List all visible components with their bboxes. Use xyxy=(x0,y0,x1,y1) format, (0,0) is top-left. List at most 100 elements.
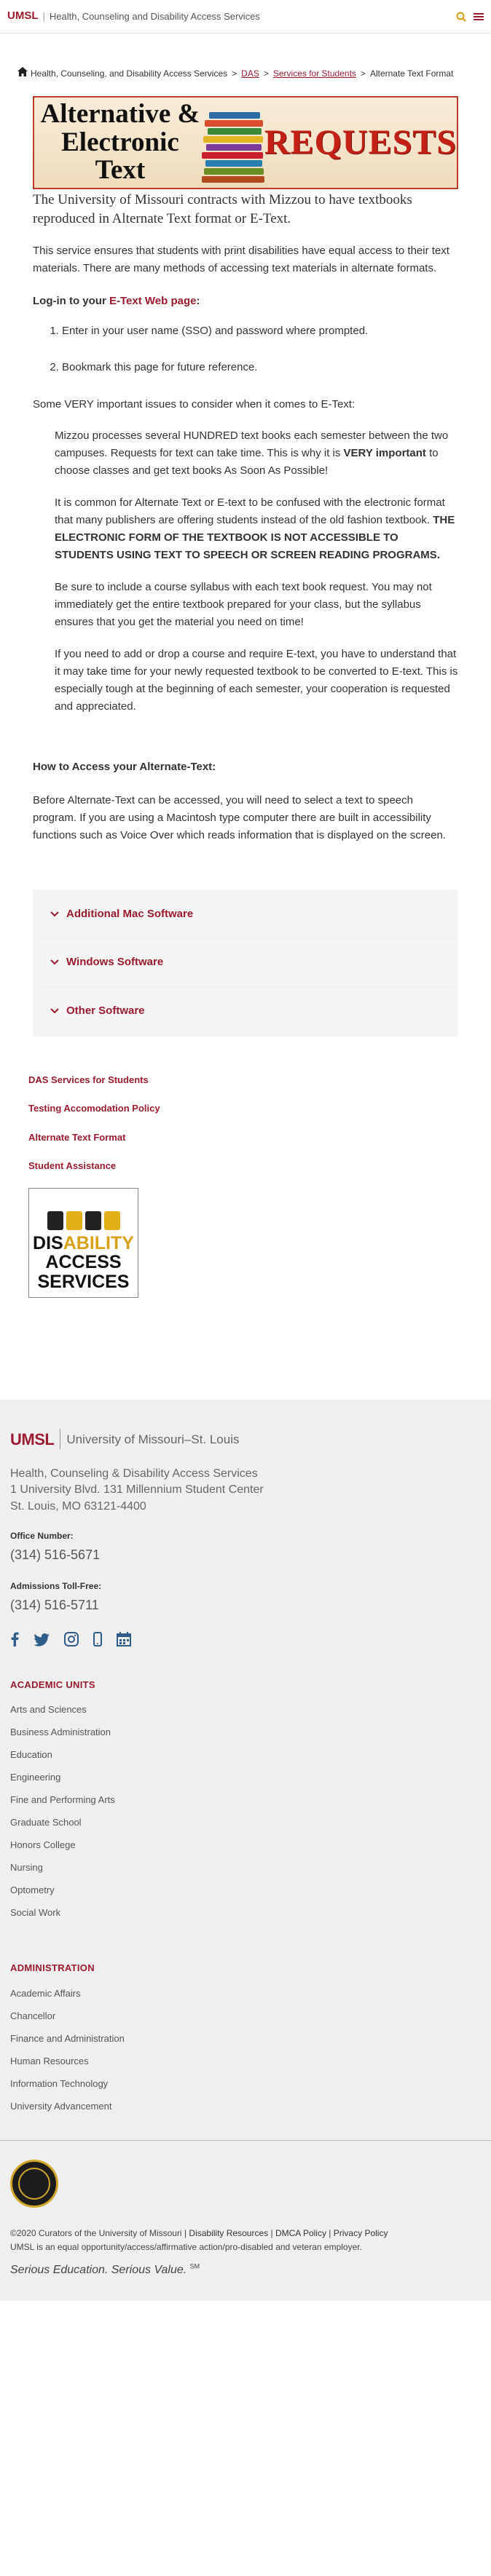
twitter-icon[interactable] xyxy=(34,1631,50,1653)
administration-section: ADMINISTRATION Academic Affairs Chancell… xyxy=(10,1961,481,2111)
accordion-other-software[interactable]: Other Software xyxy=(37,987,454,1035)
footer-address-line-1: 1 University Blvd. 131 Millennium Studen… xyxy=(10,1483,264,1497)
side-link-student-assistance[interactable]: Student Assistance xyxy=(28,1159,491,1173)
mobile-phone-icon[interactable] xyxy=(93,1631,102,1653)
footer-link[interactable]: Graduate School xyxy=(10,1818,481,1827)
chevron-down-icon xyxy=(50,906,59,923)
admissions-phone[interactable]: (314) 516-5711 xyxy=(10,1596,481,1615)
calendar-icon[interactable] xyxy=(117,1631,131,1653)
issue-paragraph: If you need to add or drop a course and … xyxy=(55,648,458,713)
university-seal xyxy=(10,2159,58,2208)
office-number-label: Office Number: xyxy=(10,1530,74,1541)
login-prefix: Log-in to your xyxy=(33,295,109,308)
footer-link[interactable]: Arts and Sciences xyxy=(10,1705,481,1714)
breadcrumb-services[interactable]: Services for Students xyxy=(273,67,356,80)
disability-resources-link[interactable]: Disability Resources xyxy=(189,2228,268,2238)
footer-link[interactable]: Engineering xyxy=(10,1772,481,1782)
accordion-label: Windows Software xyxy=(66,956,164,969)
issue-2-text: It is common for Alternate Text or E-tex… xyxy=(55,496,445,527)
instagram-icon[interactable] xyxy=(64,1631,79,1653)
logo-ability: ABILITY xyxy=(63,1233,134,1254)
access-paragraph: Before Alternate-Text can be accessed, y… xyxy=(33,793,446,841)
social-links xyxy=(10,1631,481,1653)
footer-link[interactable]: Academic Affairs xyxy=(10,1989,481,1998)
breadcrumb: Health, Counseling, and Disability Acces… xyxy=(17,67,491,80)
legal-separator: | xyxy=(329,2227,331,2238)
side-link-testing-policy[interactable]: Testing Accomodation Policy xyxy=(28,1101,491,1116)
head-icon xyxy=(103,1211,120,1231)
hamburger-menu-icon[interactable] xyxy=(474,12,484,22)
copyright-text: ©2020 Curators of the University of Miss… xyxy=(10,2227,182,2238)
footer-link[interactable]: Fine and Performing Arts xyxy=(10,1795,481,1804)
footer-link[interactable]: Finance and Administration xyxy=(10,2034,481,2043)
facebook-icon[interactable] xyxy=(10,1631,19,1653)
issues-blockquote: Mizzou processes several HUNDRED text bo… xyxy=(55,427,458,716)
topbar-actions xyxy=(456,12,484,22)
main-content: The University of Missouri contracts wit… xyxy=(0,191,491,1037)
lead-paragraph: The University of Missouri contracts wit… xyxy=(33,192,412,226)
intro-paragraph: This service ensures that students with … xyxy=(33,245,449,275)
footer-university-name: University of Missouri–St. Louis xyxy=(66,1432,240,1446)
accordion-label: Additional Mac Software xyxy=(66,908,194,921)
breadcrumb-separator: > xyxy=(263,68,269,79)
login-step: Enter in your user name (SSO) and passwo… xyxy=(62,323,458,340)
legal-separator: | xyxy=(184,2227,187,2238)
breadcrumb-separator: > xyxy=(360,68,366,79)
administration-heading: ADMINISTRATION xyxy=(10,1962,95,1974)
office-phone[interactable]: (314) 516-5671 xyxy=(10,1545,481,1565)
footer-link[interactable]: University Advancement xyxy=(10,2101,481,2111)
book-stack-illustration xyxy=(201,102,264,183)
logo-line-3: SERVICES xyxy=(37,1271,130,1292)
legal-separator: | xyxy=(270,2227,273,2238)
legal-links: ©2020 Curators of the University of Miss… xyxy=(10,2227,481,2240)
banner-title-right: REQUESTS xyxy=(264,123,457,162)
footer-link[interactable]: Information Technology xyxy=(10,2079,481,2088)
accordion-mac-software[interactable]: Additional Mac Software xyxy=(37,891,454,939)
logo-line-2: ACCESS xyxy=(45,1252,122,1273)
admissions-label: Admissions Toll-Free: xyxy=(10,1580,102,1591)
footer-link[interactable]: Honors College xyxy=(10,1840,481,1850)
footer-dept-name: Health, Counseling & Disability Access S… xyxy=(10,1467,258,1480)
access-heading: How to Access your Alternate-Text: xyxy=(33,761,216,774)
footer-link[interactable]: Chancellor xyxy=(10,2011,481,2021)
footer-address: Health, Counseling & Disability Access S… xyxy=(10,1466,481,1515)
wheelchair-icon xyxy=(47,1211,63,1231)
banner-line-2: Electronic Text xyxy=(61,127,179,186)
home-icon[interactable] xyxy=(17,67,28,80)
page-banner: Alternative & Electronic Text REQUESTS xyxy=(33,96,458,189)
breadcrumb-home[interactable]: Health, Counseling, and Disability Acces… xyxy=(31,67,227,80)
footer-link[interactable]: Human Resources xyxy=(10,2056,481,2066)
banner-title-left: Alternative & Electronic Text xyxy=(34,100,202,186)
site-name-link[interactable]: Health, Counseling and Disability Access… xyxy=(50,9,260,24)
accordion-windows-software[interactable]: Windows Software xyxy=(37,939,454,987)
tagline: Serious Education. Serious Value. SM xyxy=(10,2262,481,2279)
breadcrumb-das[interactable]: DAS xyxy=(241,67,259,80)
logo-line-1: DISABILITY xyxy=(33,1235,134,1253)
legal-text: ©2020 Curators of the University of Miss… xyxy=(10,2227,481,2254)
footer-link[interactable]: Social Work xyxy=(10,1908,481,1917)
login-suffix: : xyxy=(196,295,200,308)
service-mark: SM xyxy=(189,2263,200,2270)
search-icon[interactable] xyxy=(456,12,466,22)
site-footer: UMSL University of Missouri–St. Louis He… xyxy=(0,1399,491,2140)
etext-web-page-link[interactable]: E-Text Web page xyxy=(109,295,196,307)
umsl-logo-link[interactable]: UMSL xyxy=(7,8,39,25)
footer-link[interactable]: Education xyxy=(10,1750,481,1759)
footer-link[interactable]: Business Administration xyxy=(10,1727,481,1737)
top-bar: UMSL | Health, Counseling and Disability… xyxy=(0,0,491,33)
side-link-das-services[interactable]: DAS Services for Students xyxy=(28,1073,491,1087)
footer-umsl-logo[interactable]: UMSL xyxy=(10,1427,55,1451)
footer-link[interactable]: Optometry xyxy=(10,1885,481,1895)
academic-units-heading: ACADEMIC UNITS xyxy=(10,1679,95,1690)
footer-link[interactable]: Nursing xyxy=(10,1863,481,1872)
accordion-label: Other Software xyxy=(66,1004,145,1017)
dmca-policy-link[interactable]: DMCA Policy xyxy=(275,2228,326,2238)
issue-paragraph: It is common for Alternate Text or E-tex… xyxy=(55,494,458,564)
academic-units-section: ACADEMIC UNITS Arts and Sciences Busines… xyxy=(10,1678,481,1918)
topbar-left: UMSL | Health, Counseling and Disability… xyxy=(7,8,260,25)
side-link-alternate-text[interactable]: Alternate Text Format xyxy=(28,1130,491,1145)
footer-brand: UMSL University of Missouri–St. Louis xyxy=(10,1427,481,1451)
issue-paragraph: Mizzou processes several HUNDRED text bo… xyxy=(55,427,458,480)
chevron-down-icon xyxy=(50,954,59,971)
privacy-policy-link[interactable]: Privacy Policy xyxy=(334,2228,388,2238)
